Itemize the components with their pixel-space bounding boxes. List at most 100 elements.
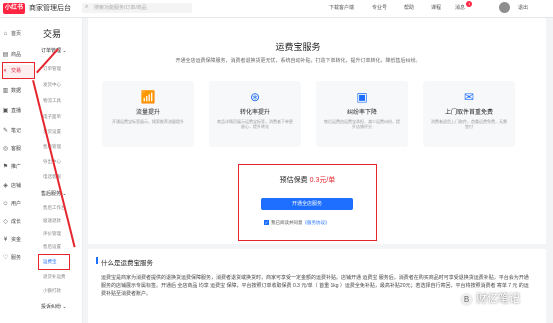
service-hero: 运费宝服务 开通全店运费保障服务，消费者退换货更无忧，系统自动补贴，打造下单转化… <box>88 18 546 244</box>
watermark: B 财亿笔记 <box>460 290 520 306</box>
card-title: 纠纷率下降 <box>346 110 377 116</box>
nav-label: 数据 <box>11 88 22 94</box>
intro-section: 什么是运费宝服务 运费宝是商家为消费者提供的退换货运费保障服务，消费者退货或换货… <box>88 249 546 323</box>
nav-item-goods[interactable]: ▤ 商品 <box>2 49 35 62</box>
card-desc: 开通运费宝标签展示，搜索推荐流量提升 <box>112 119 184 124</box>
app-title: 商家管理后台 <box>29 5 71 12</box>
nav-item-growth[interactable]: ◇ 成长 <box>2 216 35 229</box>
pro-account-link[interactable]: 专业号 <box>372 4 387 12</box>
live-icon: ▣ <box>2 108 9 114</box>
data-icon: ▥ <box>2 88 9 94</box>
card-title: 上门取件首重免费 <box>444 110 493 116</box>
search-icon: ⌕ <box>85 4 89 10</box>
nav-label: 推广 <box>11 164 22 170</box>
nav-label: 店铺 <box>11 183 22 189</box>
subnav-item[interactable]: 极速退款 <box>43 218 61 224</box>
nav-item-promote[interactable]: ⚑ 推广 <box>2 161 35 174</box>
course-link[interactable]: 课程 <box>431 4 441 12</box>
subnav-item[interactable]: 电子面单 <box>43 114 61 120</box>
nav-label: 服务 <box>11 255 22 261</box>
growth-icon: ◇ <box>3 219 8 225</box>
benefit-card-dispute: ▣ 纠纷率下降 售后运费由运费宝承担，减少运费纠纷，提升店铺评分 <box>316 81 408 147</box>
nav-item-data[interactable]: ▥ 数据 <box>2 85 35 98</box>
avatar[interactable] <box>499 2 510 13</box>
agree-checkbox[interactable]: ✓ <box>264 220 269 226</box>
notification-badge: 1 <box>466 1 473 7</box>
highlight-freight-nav <box>38 254 70 270</box>
nav-item-home[interactable]: ⌂ 首页 <box>2 28 35 41</box>
nav-label: 用户 <box>11 201 22 207</box>
nav-item-store[interactable]: ◈ 店铺 <box>2 180 35 193</box>
user-icon: ☺ <box>2 201 9 207</box>
subnav-item[interactable]: 物流工具 <box>43 98 61 104</box>
page-subtitle: 开通全店运费保障服务，消费者退换货更无忧，系统自动补贴，打造下单转化，提升订单转… <box>175 58 421 64</box>
price-amount: 0.3元/单 <box>309 177 336 184</box>
nav-label: 笔记 <box>11 128 22 134</box>
promote-icon: ⚑ <box>2 164 9 170</box>
chart-growth-icon: 📶 <box>140 90 156 104</box>
help-link[interactable]: 帮助 <box>404 4 414 12</box>
open-service-button[interactable]: 开通全店服务 <box>261 198 353 210</box>
subnav-item[interactable]: 发货中心 <box>43 82 61 88</box>
nav-item-service[interactable]: ◎ 客服 <box>2 143 35 156</box>
nav-item-users[interactable]: ☺ 用户 <box>2 198 35 211</box>
nav-label: 资金 <box>11 237 22 243</box>
watermark-logo-icon: B <box>460 292 473 306</box>
subnav-item[interactable]: 退货补运费 <box>43 274 66 280</box>
card-title: 流量提升 <box>135 110 160 116</box>
group-complaints[interactable]: 投诉纠纷 ⌄ <box>41 303 67 310</box>
nav-item-live[interactable]: ▣ 直播 <box>2 105 35 118</box>
conversion-icon: ⊛ <box>249 90 261 104</box>
search-placeholder: 搜索功能服务/订单/商品 <box>94 5 147 11</box>
nav-label: 直播 <box>11 108 22 114</box>
message-link[interactable]: 消息 <box>455 4 465 12</box>
subnav-item[interactable]: 小额打款 <box>43 288 61 294</box>
subnav-item[interactable]: 评价管理 <box>43 231 61 237</box>
intro-title: 什么是运费宝服务 <box>101 260 153 267</box>
section-title: 交易 <box>43 29 62 39</box>
free-shipping-icon: ✉ <box>463 90 475 104</box>
pricing-panel: 预估保费 0.3元/单 开通全店服务 ✓ 我已阅读并同意《服务协议》 <box>238 164 377 241</box>
benefit-card-conversion: ⊛ 转化率提升 商品详情页展示运费宝标签，消费者下单更放心，提升转化 <box>209 81 301 147</box>
nav-label: 首页 <box>11 31 22 37</box>
benefit-card-traffic: 📶 流量提升 开通运费宝标签展示，搜索推荐流量提升 <box>102 81 194 147</box>
nav-label: 客服 <box>11 146 22 152</box>
dispute-icon: ▣ <box>356 90 368 104</box>
agree-text: 我已阅读并同意 <box>271 220 303 225</box>
estimated-premium: 预估保费 0.3元/单 <box>239 175 376 185</box>
highlight-trade-nav <box>2 62 35 79</box>
page-title: 运费宝服务 <box>275 42 321 52</box>
price-label: 预估保费 <box>279 177 308 184</box>
brand-logo[interactable]: 小红书 <box>3 3 25 14</box>
search-input[interactable]: ⌕ 搜索功能服务/订单/商品 <box>82 3 192 13</box>
watermark-text: 财亿笔记 <box>476 293 521 305</box>
main-content: 运费宝服务 开通全店运费保障服务，消费者退换货更无忧，系统自动补贴，打造下单转化… <box>88 18 553 323</box>
card-desc: 商品详情页展示运费宝标签，消费者下单更放心，提升转化 <box>217 119 293 129</box>
logout-link[interactable]: 退出 <box>518 4 528 12</box>
card-desc: 售后运费由运费宝承担，减少运费纠纷，提升店铺评分 <box>324 119 400 129</box>
subnav-item[interactable]: 订单管理 <box>43 66 61 72</box>
nav-item-notes[interactable]: ✎ 笔记 <box>2 125 35 138</box>
subnav-item[interactable]: 售后管理 <box>43 144 61 150</box>
subnav-item[interactable]: 售后设置 <box>43 244 61 250</box>
services-icon: ♡ <box>2 255 9 261</box>
goods-icon: ▤ <box>2 52 9 58</box>
home-icon: ⌂ <box>3 31 8 37</box>
nav-item-funds[interactable]: ¥ 资金 <box>2 234 35 247</box>
subnav-item[interactable]: 售后工作台 <box>43 205 66 211</box>
card-desc: 消费者退货上门取件，首重运费免费，无需垫付 <box>431 119 507 129</box>
funds-icon: ¥ <box>3 237 8 243</box>
top-bar: 小红书 商家管理后台 ⌕ 搜索功能服务/订单/商品 下载客户端 专业号 帮助 课… <box>0 0 553 18</box>
notes-icon: ✎ <box>2 128 9 134</box>
store-icon: ◈ <box>3 183 8 189</box>
nav-label: 商品 <box>11 52 22 58</box>
download-client-link[interactable]: 下载客户端 <box>329 4 354 12</box>
nav-label: 成长 <box>11 219 22 225</box>
service-agreement-link[interactable]: 《服务协议》 <box>303 220 330 225</box>
nav-item-services[interactable]: ♡ 服务 <box>2 252 35 265</box>
section-accent-bar <box>96 257 98 264</box>
agreement-row: ✓ 我已阅读并同意《服务协议》 <box>264 220 330 226</box>
card-title: 转化率提升 <box>239 110 270 116</box>
benefit-card-pickup: ✉ 上门取件首重免费 消费者退货上门取件，首重运费免费，无需垫付 <box>423 81 515 147</box>
customer-service-icon: ◎ <box>2 146 9 152</box>
